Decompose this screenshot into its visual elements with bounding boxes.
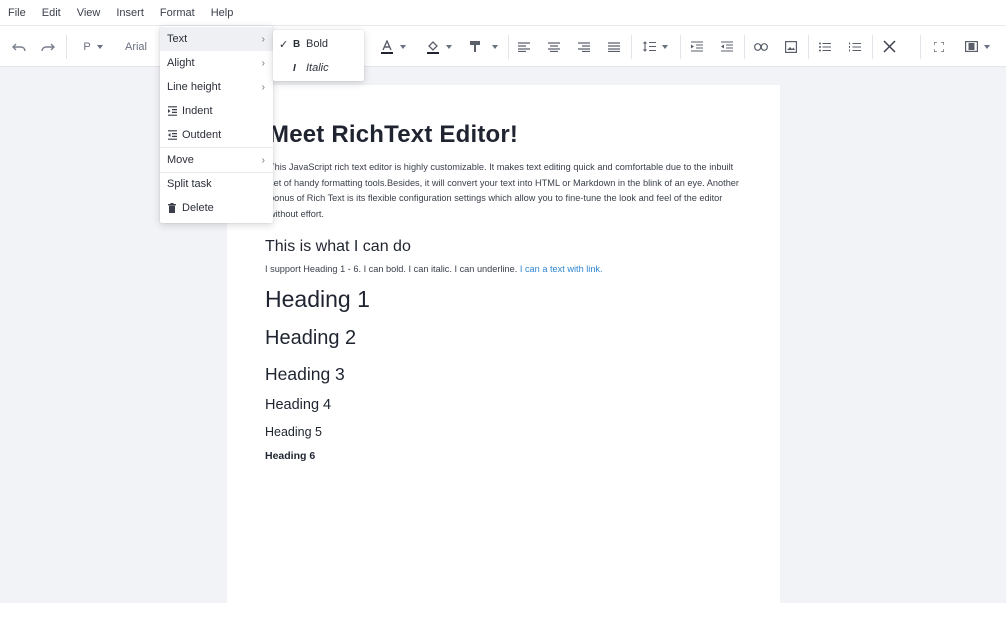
chevron-down-icon[interactable] bbox=[489, 26, 501, 67]
format-menu-move[interactable]: Move › bbox=[160, 148, 273, 172]
text-submenu: ✓ B Bold I Italic bbox=[273, 30, 364, 81]
toolbar-separator bbox=[66, 35, 67, 59]
submenu-item-label: Bold bbox=[306, 38, 329, 50]
menu-item-label: Outdent bbox=[182, 129, 222, 141]
toolbar-separator bbox=[872, 35, 873, 59]
menu-help[interactable]: Help bbox=[203, 0, 242, 25]
toolbar-separator bbox=[508, 35, 509, 59]
heading-6[interactable]: Heading 6 bbox=[265, 450, 315, 462]
format-menu-split-task[interactable]: Split task bbox=[160, 172, 273, 196]
format-menu-alight[interactable]: Alight › bbox=[160, 51, 273, 75]
background-color-button[interactable] bbox=[424, 26, 454, 67]
menu-item-label: Move bbox=[167, 154, 194, 166]
checkmark-icon: ✓ bbox=[279, 39, 289, 51]
font-family-select[interactable]: Arial bbox=[122, 26, 150, 67]
menu-item-label: Delete bbox=[182, 202, 214, 214]
indent-icon bbox=[167, 105, 177, 117]
submenu-italic[interactable]: I Italic bbox=[273, 56, 364, 80]
format-menu-outdent[interactable]: Outdent bbox=[160, 123, 273, 147]
menu-view[interactable]: View bbox=[69, 0, 109, 25]
submenu-item-label: Italic bbox=[306, 62, 329, 74]
toolbar-separator bbox=[631, 35, 632, 59]
heading-3[interactable]: Heading 3 bbox=[265, 364, 345, 385]
trash-icon bbox=[167, 202, 177, 214]
font-family-value: Arial bbox=[124, 40, 147, 53]
status-strip bbox=[0, 603, 1006, 634]
toolbar: P Arial bbox=[0, 25, 1006, 67]
clear-format-icon[interactable] bbox=[880, 26, 898, 67]
chevron-down-icon bbox=[96, 44, 103, 49]
heading-2[interactable]: Heading 2 bbox=[265, 327, 356, 350]
align-right-icon[interactable] bbox=[575, 26, 593, 67]
heading-5[interactable]: Heading 5 bbox=[265, 425, 322, 439]
heading-4[interactable]: Heading 4 bbox=[265, 397, 331, 413]
align-center-icon[interactable] bbox=[545, 26, 563, 67]
capabilities-text: I support Heading 1 - 6. I can bold. I c… bbox=[265, 264, 520, 274]
image-icon[interactable] bbox=[782, 26, 800, 67]
toolbar-separator bbox=[808, 35, 809, 59]
outdent-icon[interactable] bbox=[718, 26, 736, 67]
menu-format[interactable]: Format bbox=[152, 0, 203, 25]
block-type-select[interactable]: P bbox=[78, 26, 108, 67]
menu-item-label: Indent bbox=[182, 105, 213, 117]
line-height-button[interactable] bbox=[640, 26, 670, 67]
menu-edit[interactable]: Edit bbox=[34, 0, 69, 25]
chevron-down-icon bbox=[446, 44, 452, 49]
menu-item-label: Split task bbox=[167, 178, 212, 190]
block-type-value: P bbox=[83, 40, 91, 53]
menu-insert[interactable]: Insert bbox=[108, 0, 152, 25]
text-color-button[interactable] bbox=[378, 26, 408, 67]
outdent-icon bbox=[167, 129, 177, 141]
format-menu-delete[interactable]: Delete bbox=[160, 196, 273, 220]
format-menu-text[interactable]: Text › bbox=[160, 27, 273, 51]
toolbar-separator bbox=[744, 35, 745, 59]
layout-mode-button[interactable] bbox=[960, 26, 994, 67]
numbered-list-icon[interactable] bbox=[846, 26, 864, 67]
format-painter-icon[interactable] bbox=[466, 26, 484, 67]
menu-item-label: Alight bbox=[167, 57, 195, 69]
indent-icon[interactable] bbox=[688, 26, 706, 67]
menu-item-label: Text bbox=[167, 33, 188, 45]
submenu-bold[interactable]: ✓ B Bold bbox=[273, 32, 364, 56]
redo-icon[interactable] bbox=[38, 26, 58, 67]
chevron-down-icon bbox=[400, 44, 406, 49]
capabilities-line[interactable]: I support Heading 1 - 6. I can bold. I c… bbox=[265, 264, 603, 274]
bold-icon: B bbox=[293, 38, 301, 50]
link-icon[interactable] bbox=[752, 26, 770, 67]
undo-icon[interactable] bbox=[9, 26, 29, 67]
chevron-right-icon: › bbox=[261, 82, 265, 93]
chevron-right-icon: › bbox=[261, 34, 265, 45]
document-subheading[interactable]: This is what I can do bbox=[265, 238, 411, 256]
bulleted-list-icon[interactable] bbox=[816, 26, 834, 67]
chevron-right-icon: › bbox=[261, 58, 265, 69]
chevron-right-icon: › bbox=[261, 155, 265, 166]
fullscreen-icon[interactable] bbox=[930, 26, 948, 67]
menu-file[interactable]: File bbox=[0, 0, 34, 25]
menubar: File Edit View Insert Format Help bbox=[0, 0, 1006, 25]
heading-1[interactable]: Heading 1 bbox=[265, 286, 370, 313]
format-menu-line-height[interactable]: Line height › bbox=[160, 75, 273, 99]
chevron-down-icon bbox=[661, 44, 668, 49]
italic-icon: I bbox=[293, 62, 296, 74]
menu-item-label: Line height bbox=[167, 81, 221, 93]
document-paragraph[interactable]: This JavaScript rich text editor is high… bbox=[269, 160, 739, 222]
document-link[interactable]: I can a text with link. bbox=[520, 264, 603, 274]
align-justify-icon[interactable] bbox=[605, 26, 623, 67]
format-menu-indent[interactable]: Indent bbox=[160, 99, 273, 123]
toolbar-separator bbox=[680, 35, 681, 59]
document-title[interactable]: Meet RichText Editor! bbox=[269, 121, 518, 149]
toolbar-separator bbox=[920, 35, 921, 59]
align-left-icon[interactable] bbox=[515, 26, 533, 67]
chevron-down-icon bbox=[983, 44, 990, 49]
format-menu: Text › Alight › Line height › Indent Out… bbox=[160, 26, 273, 223]
